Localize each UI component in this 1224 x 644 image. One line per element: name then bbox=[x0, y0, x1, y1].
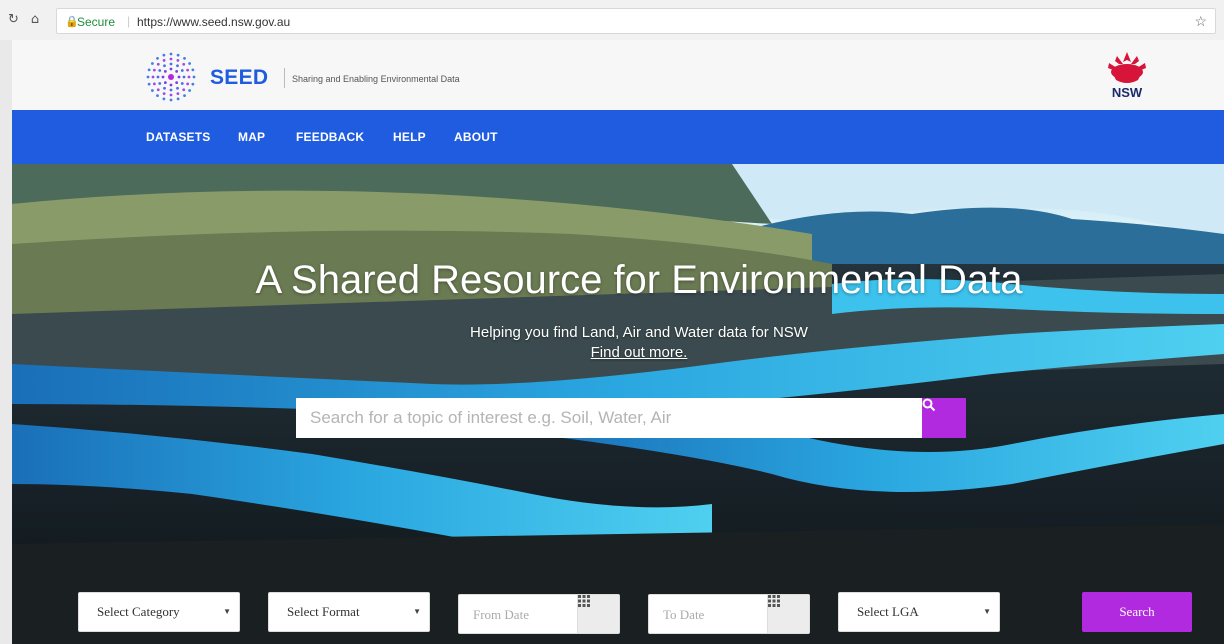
filter-search-button[interactable]: Search bbox=[1082, 592, 1192, 632]
chevron-down-icon: ▼ bbox=[983, 607, 991, 616]
site-tagline: Sharing and Enabling Environmental Data bbox=[292, 74, 460, 84]
hero-title: A Shared Resource for Environmental Data bbox=[255, 258, 1023, 302]
to-date-field[interactable]: To Date bbox=[648, 594, 810, 634]
secure-label: Secure bbox=[77, 15, 116, 29]
nav-help[interactable]: HELP bbox=[393, 130, 426, 144]
seed-logo-icon[interactable] bbox=[146, 52, 196, 102]
lga-select[interactable]: Select LGA ▼ bbox=[838, 592, 1000, 632]
address-bar[interactable]: 🔒 Secure | https://www.seed.nsw.gov.au ☆ bbox=[56, 8, 1216, 34]
logo-text[interactable]: SEED bbox=[210, 66, 268, 90]
nav-datasets[interactable]: DATASETS bbox=[146, 130, 211, 144]
page: SEED Sharing and Enabling Environmental … bbox=[12, 40, 1224, 644]
hero-subtitle: Helping you find Land, Air and Water dat… bbox=[470, 324, 808, 341]
format-select-label: Select Format bbox=[287, 604, 360, 619]
nav-about[interactable]: ABOUT bbox=[454, 130, 498, 144]
from-date-placeholder: From Date bbox=[473, 607, 529, 622]
filter-bar: Select Category ▼ Select Format ▼ From D… bbox=[12, 582, 1224, 644]
browser-chrome: ↻ ⌂ 🔒 Secure | https://www.seed.nsw.gov.a… bbox=[0, 0, 1224, 40]
browser-nav: ↻ ⌂ bbox=[8, 12, 51, 27]
bookmark-star-icon[interactable]: ☆ bbox=[1194, 13, 1207, 30]
url-text[interactable]: https://www.seed.nsw.gov.au bbox=[137, 15, 290, 29]
main-nav: DATASETS MAP FEEDBACK HELP ABOUT bbox=[12, 110, 1224, 164]
logo-divider bbox=[284, 68, 285, 88]
calendar-icon[interactable] bbox=[577, 595, 619, 633]
from-date-field[interactable]: From Date bbox=[458, 594, 620, 634]
chevron-down-icon: ▼ bbox=[413, 607, 421, 616]
category-select-label: Select Category bbox=[97, 604, 180, 619]
nsw-logo-text: NSW bbox=[1111, 85, 1143, 100]
format-select[interactable]: Select Format ▼ bbox=[268, 592, 430, 632]
address-divider: | bbox=[127, 14, 131, 28]
site-header: SEED Sharing and Enabling Environmental … bbox=[12, 40, 1224, 110]
home-icon[interactable]: ⌂ bbox=[31, 12, 39, 27]
reload-icon[interactable]: ↻ bbox=[8, 12, 19, 27]
to-date-placeholder: To Date bbox=[663, 607, 705, 622]
topic-search-input[interactable] bbox=[296, 398, 922, 438]
topic-search-button[interactable] bbox=[922, 398, 966, 438]
search-icon bbox=[922, 398, 936, 412]
nav-feedback[interactable]: FEEDBACK bbox=[296, 130, 364, 144]
category-select[interactable]: Select Category ▼ bbox=[78, 592, 240, 632]
chevron-down-icon: ▼ bbox=[223, 607, 231, 616]
find-out-more-link[interactable]: Find out more. bbox=[12, 344, 1224, 361]
hero-section: A Shared Resource for Environmental Data… bbox=[12, 164, 1224, 644]
calendar-icon[interactable] bbox=[767, 595, 809, 633]
lga-select-label: Select LGA bbox=[857, 604, 919, 619]
nav-map[interactable]: MAP bbox=[238, 130, 265, 144]
